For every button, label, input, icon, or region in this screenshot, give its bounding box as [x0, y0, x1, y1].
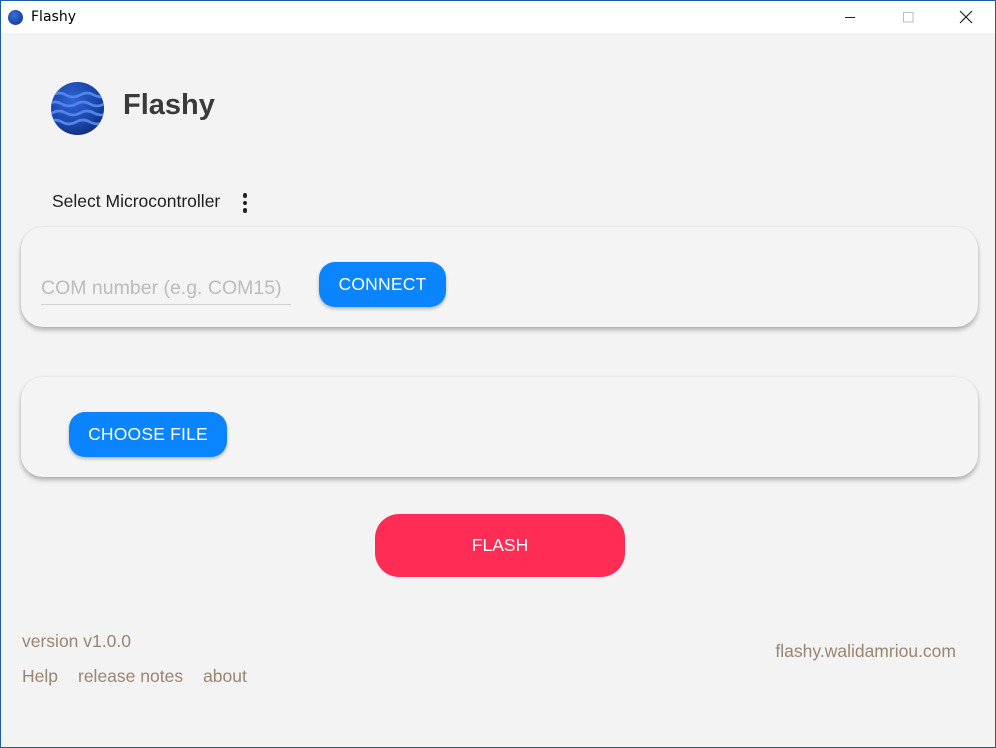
minimize-icon [845, 17, 855, 18]
app-window: Flashy Flashy Select Microcontroller COM… [0, 0, 996, 748]
app-name-heading: Flashy [123, 89, 215, 121]
more-vertical-icon[interactable] [238, 191, 252, 215]
window-title: Flashy [31, 9, 76, 25]
connection-card: CONNECT [21, 227, 978, 327]
minimize-button[interactable] [821, 1, 879, 33]
connect-button[interactable]: CONNECT [319, 262, 446, 307]
version-label: version v1.0.0 [22, 631, 131, 651]
maximize-button[interactable] [879, 1, 937, 33]
flash-button[interactable]: FLASH [375, 514, 625, 577]
select-microcontroller-label: Select Microcontroller [52, 191, 221, 211]
file-card: CHOOSE FILE [21, 377, 978, 477]
com-number-input[interactable] [41, 273, 291, 305]
close-icon [959, 10, 973, 24]
title-bar: Flashy [1, 1, 995, 33]
close-button[interactable] [937, 1, 995, 33]
footer-links: Help release notes about [22, 666, 247, 687]
about-link[interactable]: about [203, 666, 247, 687]
maximize-icon [903, 12, 914, 23]
help-link[interactable]: Help [22, 666, 58, 687]
website-link[interactable]: flashy.walidamriou.com [775, 641, 956, 662]
window-controls [821, 1, 995, 33]
choose-file-button[interactable]: CHOOSE FILE [69, 412, 227, 457]
release-notes-link[interactable]: release notes [78, 666, 183, 687]
select-microcontroller-row: Select Microcontroller [52, 191, 248, 213]
app-icon [8, 9, 23, 25]
globe-wave-logo-icon [51, 82, 104, 135]
